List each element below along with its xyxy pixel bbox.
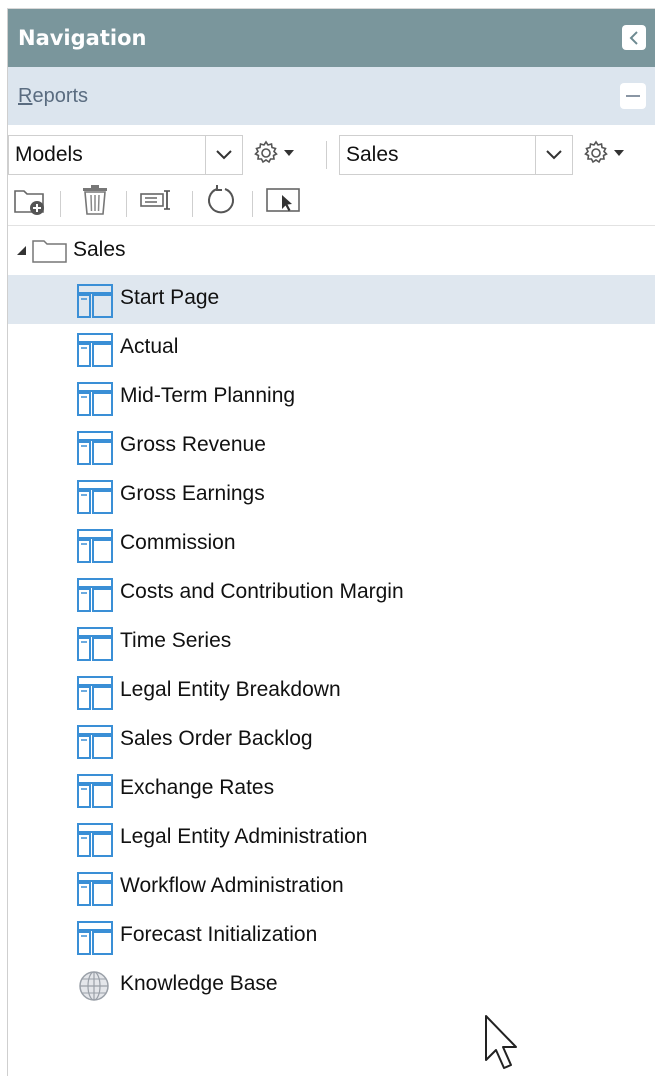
report-layout-icon — [77, 725, 113, 759]
models-select-value: Models — [15, 143, 83, 166]
tree-item[interactable]: Actual — [8, 324, 655, 373]
tree-item-label: Exchange Rates — [120, 776, 275, 799]
report-layout-icon — [77, 578, 113, 612]
collapse-panel-button[interactable] — [622, 25, 646, 50]
tree-item-label: Knowledge Base — [120, 972, 278, 995]
report-layout-icon — [77, 284, 113, 318]
navigation-header: Navigation — [8, 9, 655, 67]
tree-item[interactable]: Legal Entity Breakdown — [8, 667, 655, 716]
tree-item[interactable]: Time Series — [8, 618, 655, 667]
sales-select-value: Sales — [346, 143, 399, 166]
minimize-section-button[interactable] — [620, 83, 646, 109]
chevron-left-icon — [629, 30, 638, 45]
select-button[interactable] — [264, 183, 304, 217]
tree-item-label: Workflow Administration — [120, 874, 344, 897]
tree-item-label: Time Series — [120, 629, 232, 652]
chevron-down-icon[interactable] — [205, 136, 242, 174]
models-select[interactable]: Models — [8, 135, 243, 175]
report-layout-icon — [77, 921, 113, 955]
gear-icon — [254, 140, 278, 164]
folder-icon — [32, 240, 67, 263]
selector-divider — [326, 141, 327, 169]
tree-root-label: Sales — [73, 238, 126, 261]
tree-item[interactable]: Knowledge Base — [8, 961, 655, 1010]
tree-item[interactable]: Commission — [8, 520, 655, 569]
toolbar-divider — [252, 191, 253, 217]
gear-icon — [584, 140, 608, 164]
reports-section-bar[interactable]: Reports — [8, 67, 655, 125]
new-folder-button[interactable] — [12, 183, 50, 217]
report-layout-icon — [77, 480, 113, 514]
tree-item[interactable]: Start Page — [8, 275, 655, 324]
tree-item-label: Mid-Term Planning — [120, 384, 296, 407]
report-layout-icon — [77, 627, 113, 661]
selector-row: Models Sales — [8, 125, 655, 175]
toolbar-divider — [192, 191, 193, 217]
report-layout-icon — [77, 529, 113, 563]
expand-triangle-icon[interactable] — [17, 246, 26, 255]
tree-item-label: Gross Earnings — [120, 482, 265, 505]
chevron-down-icon[interactable] — [535, 136, 572, 174]
caret-down-icon — [614, 150, 624, 156]
report-layout-icon — [77, 333, 113, 367]
tree-root-sales[interactable]: Sales — [8, 226, 655, 275]
refresh-button[interactable] — [204, 183, 238, 217]
minus-icon — [626, 95, 640, 97]
toolbar-divider — [126, 191, 127, 217]
tree-item[interactable]: Gross Revenue — [8, 422, 655, 471]
reports-label[interactable]: Reports — [18, 85, 88, 108]
add-folder-icon — [14, 190, 44, 215]
tree-item-label: Actual — [120, 335, 179, 358]
tree-item-label: Forecast Initialization — [120, 923, 318, 946]
models-settings-button[interactable] — [252, 139, 294, 167]
rename-button[interactable] — [138, 183, 178, 217]
report-layout-icon — [77, 676, 113, 710]
tree-item-label: Sales Order Backlog — [120, 727, 313, 750]
tree-item[interactable]: Legal Entity Administration — [8, 814, 655, 863]
mouse-cursor-icon — [485, 1015, 517, 1069]
reports-label-accesskey: R — [18, 84, 33, 107]
select-pointer-icon — [266, 188, 300, 212]
tree-item[interactable]: Mid-Term Planning — [8, 373, 655, 422]
tree-item[interactable]: Workflow Administration — [8, 863, 655, 912]
tree-item-label: Commission — [120, 531, 236, 554]
report-layout-icon — [77, 823, 113, 857]
tree-item[interactable]: Gross Earnings — [8, 471, 655, 520]
tree-item-label: Legal Entity Breakdown — [120, 678, 341, 701]
rename-icon — [140, 190, 170, 210]
trash-icon — [83, 185, 107, 215]
toolbar-divider — [60, 191, 61, 217]
tree-item[interactable]: Sales Order Backlog — [8, 716, 655, 765]
tree-item-label: Costs and Contribution Margin — [120, 580, 404, 603]
navigation-title: Navigation — [18, 26, 147, 50]
report-layout-icon — [77, 431, 113, 465]
sales-settings-button[interactable] — [582, 139, 624, 167]
navigation-panel: Navigation Reports Models Sales Sales St… — [7, 8, 655, 1076]
tree-item[interactable]: Costs and Contribution Margin — [8, 569, 655, 618]
caret-down-icon — [284, 150, 294, 156]
tree-item[interactable]: Exchange Rates — [8, 765, 655, 814]
tree-item-label: Gross Revenue — [120, 433, 266, 456]
refresh-icon — [208, 185, 234, 214]
delete-button[interactable] — [78, 183, 112, 217]
toolbar — [8, 175, 655, 226]
report-layout-icon — [77, 774, 113, 808]
report-layout-icon — [77, 872, 113, 906]
report-layout-icon — [77, 382, 113, 416]
tree-item-label: Legal Entity Administration — [120, 825, 368, 848]
sales-select[interactable]: Sales — [339, 135, 573, 175]
report-tree: Sales Start Page Actual Mid-Term Planning G… — [8, 226, 655, 1010]
tree-item-label: Start Page — [120, 286, 220, 309]
tree-item[interactable]: Forecast Initialization — [8, 912, 655, 961]
globe-icon — [79, 971, 109, 1001]
reports-label-rest: eports — [32, 84, 89, 107]
